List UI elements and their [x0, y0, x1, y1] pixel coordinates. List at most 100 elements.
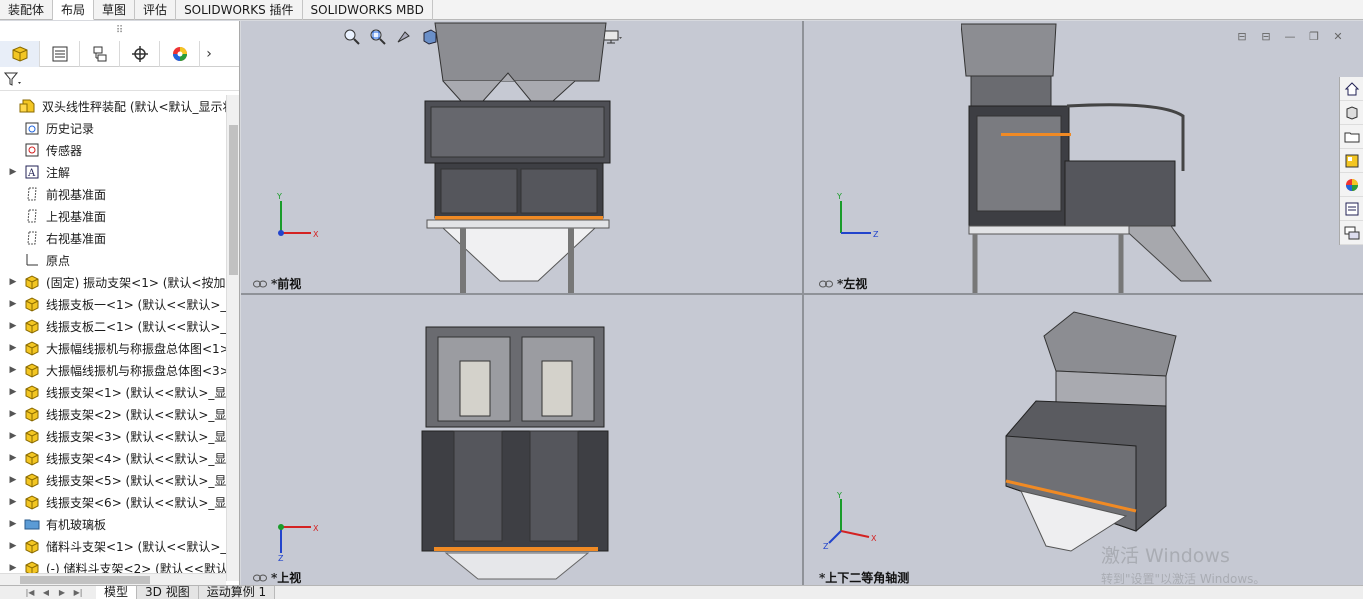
tab-addins[interactable]: SOLIDWORKS 插件 — [176, 0, 303, 20]
first-tab-icon[interactable]: |◀ — [22, 586, 38, 599]
tree-item-label: 历史记录 — [46, 121, 95, 136]
graphics-area[interactable]: ⊟ ⊟ — ❐ ✕ Y X Y Z Z X Y X Z *前视 *左视 *上视 … — [241, 21, 1363, 586]
tree-item[interactable]: 传感器 — [0, 139, 226, 161]
tab-evaluate[interactable]: 评估 — [135, 0, 177, 20]
tab-model[interactable]: 模型 — [96, 586, 138, 599]
part-icon — [22, 493, 42, 511]
close-icon[interactable]: ✕ — [1331, 29, 1345, 43]
chevron-right-icon[interactable]: › — [200, 41, 218, 66]
panel-grip[interactable]: ⠿ — [0, 21, 239, 41]
x-axis-label: X — [313, 230, 319, 239]
x-axis-label: X — [313, 524, 319, 533]
tree-item[interactable]: 历史记录 — [0, 117, 226, 139]
tab-mbd[interactable]: SOLIDWORKS MBD — [303, 0, 433, 20]
scroll-thumb[interactable] — [20, 576, 150, 584]
y-axis-label: Y — [836, 192, 842, 201]
tree-item[interactable]: ▶ 储料斗支架<1> (默认<<默认>_显 — [0, 535, 226, 557]
expand-arrow-icon[interactable]: ▶ — [4, 541, 22, 551]
expand-arrow-icon[interactable]: ▶ — [4, 453, 22, 463]
display-manager-tab[interactable] — [160, 41, 200, 67]
view-palette-icon[interactable] — [1340, 149, 1363, 173]
viewport-splitter-horizontal[interactable] — [241, 293, 1363, 295]
top-view-model[interactable] — [416, 321, 616, 581]
viewport-splitter-vertical[interactable] — [802, 21, 804, 585]
iso-view-name: *上下二等角轴测 — [819, 571, 910, 585]
tree-item[interactable]: ▶ 大振幅线振机与称振盘总体图<1> — [0, 337, 226, 359]
part-icon — [22, 405, 42, 423]
configuration-manager-tab[interactable] — [80, 41, 120, 67]
tree-item[interactable]: ▶ A 注解 — [0, 161, 226, 183]
forum-icon[interactable] — [1340, 221, 1363, 245]
expand-arrow-icon[interactable]: ▶ — [4, 299, 22, 309]
part-icon — [22, 295, 42, 313]
tree-item[interactable]: ▶ (固定) 振动支架<1> (默认<按加工 — [0, 271, 226, 293]
next-icon[interactable]: ⊟ — [1259, 29, 1273, 43]
tree-item-label: 原点 — [46, 253, 71, 268]
previous-view-icon[interactable] — [393, 27, 415, 47]
expand-arrow-icon[interactable]: ▶ — [4, 321, 22, 331]
expand-arrow-icon[interactable]: ▶ — [4, 409, 22, 419]
tree-item[interactable]: 上视基准面 — [0, 205, 226, 227]
part-icon — [22, 537, 42, 555]
tree-item[interactable]: 原点 — [0, 249, 226, 271]
tree-item[interactable]: ▶ 线振支板一<1> (默认<<默认>_显 — [0, 293, 226, 315]
tab-assembly[interactable]: 装配体 — [0, 0, 54, 20]
top-view-triad: Z X — [278, 524, 319, 563]
expand-arrow-icon[interactable]: ▶ — [4, 167, 22, 177]
tree-item-label: 线振支架<3> (默认<<默认>_显示 — [46, 429, 226, 444]
appearances-icon[interactable] — [1340, 173, 1363, 197]
tree-item[interactable]: 双头线性秤装配 (默认<默认_显示状态 — [0, 95, 226, 117]
expand-arrow-icon[interactable]: ▶ — [4, 519, 22, 529]
tree-item[interactable]: ▶ 线振支架<4> (默认<<默认>_显示 — [0, 447, 226, 469]
tree-item[interactable]: ▶ 有机玻璃板 — [0, 513, 226, 535]
restore-icon[interactable]: ❐ — [1307, 29, 1321, 43]
expand-arrow-icon[interactable]: ▶ — [4, 431, 22, 441]
expand-arrow-icon[interactable]: ▶ — [4, 475, 22, 485]
part-icon — [22, 273, 42, 291]
tree-vertical-scrollbar[interactable] — [226, 95, 239, 581]
tree-item[interactable]: ▶ 线振支架<1> (默认<<默认>_显示 — [0, 381, 226, 403]
filter-icon[interactable] — [4, 71, 22, 87]
property-manager-tab[interactable] — [40, 41, 80, 67]
prev-tab-icon[interactable]: ◀ — [38, 586, 54, 599]
home-icon[interactable] — [1340, 77, 1363, 101]
expand-arrow-icon[interactable]: ▶ — [4, 563, 22, 573]
expand-arrow-icon[interactable]: ▶ — [4, 277, 22, 287]
tree-item[interactable]: ▶ 线振支架<6> (默认<<默认>_显示 — [0, 491, 226, 513]
expand-arrow-icon[interactable]: ▶ — [4, 497, 22, 507]
tree-item-label: 传感器 — [46, 143, 83, 158]
zoom-to-area-icon[interactable] — [367, 27, 389, 47]
design-library-icon[interactable] — [1340, 101, 1363, 125]
tree-item[interactable]: ▶ 线振支架<3> (默认<<默认>_显示 — [0, 425, 226, 447]
tree-item[interactable]: 右视基准面 — [0, 227, 226, 249]
previous-icon[interactable]: ⊟ — [1235, 29, 1249, 43]
tab-3d-views[interactable]: 3D 视图 — [137, 586, 199, 599]
dimxpert-manager-tab[interactable] — [120, 41, 160, 67]
expand-arrow-icon[interactable]: ▶ — [4, 365, 22, 375]
tree-horizontal-scrollbar[interactable] — [0, 573, 226, 585]
part-icon — [22, 361, 42, 379]
minimize-icon[interactable]: — — [1283, 29, 1297, 43]
front-view-name: *前视 — [271, 277, 302, 291]
scroll-thumb[interactable] — [229, 125, 238, 275]
zoom-to-fit-icon[interactable] — [341, 27, 363, 47]
next-tab-icon[interactable]: ▶ — [54, 586, 70, 599]
last-tab-icon[interactable]: ▶| — [70, 586, 86, 599]
crosshair-icon — [131, 46, 148, 62]
file-explorer-icon[interactable] — [1340, 125, 1363, 149]
custom-properties-icon[interactable] — [1340, 197, 1363, 221]
tab-layout[interactable]: 布局 — [53, 0, 95, 20]
feature-manager-tab[interactable] — [0, 41, 40, 67]
tree-item[interactable]: ▶ 线振支板二<1> (默认<<默认>_显 — [0, 315, 226, 337]
tree-item[interactable]: 前视基准面 — [0, 183, 226, 205]
tree-item[interactable]: ▶ 线振支架<2> (默认<<默认>_显示 — [0, 403, 226, 425]
tree-item[interactable]: ▶ 大振幅线振机与称振盘总体图<3> — [0, 359, 226, 381]
expand-arrow-icon[interactable]: ▶ — [4, 387, 22, 397]
tab-sketch[interactable]: 草图 — [94, 0, 136, 20]
isometric-view-model[interactable] — [996, 306, 1186, 556]
left-view-model[interactable] — [961, 21, 1221, 293]
tab-motion-study[interactable]: 运动算例 1 — [198, 586, 276, 599]
front-view-model[interactable] — [413, 21, 623, 293]
tree-item[interactable]: ▶ 线振支架<5> (默认<<默认>_显示 — [0, 469, 226, 491]
expand-arrow-icon[interactable]: ▶ — [4, 343, 22, 353]
